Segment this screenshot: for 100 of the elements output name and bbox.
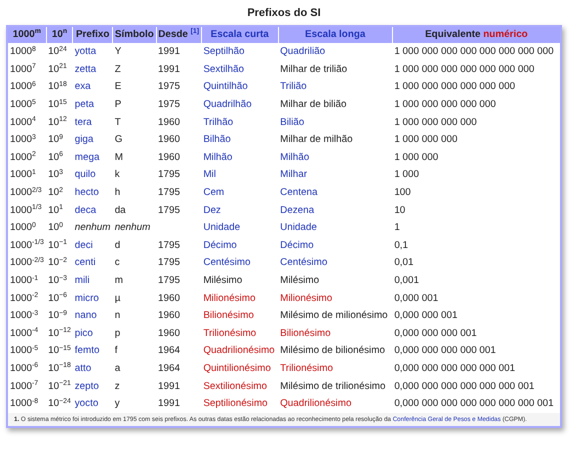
symbol: E — [114, 81, 122, 92]
year: 1964 — [158, 362, 180, 374]
numeric-value: 10 — [394, 204, 406, 216]
column-header: Equivalente — [425, 28, 481, 40]
short-scale-name-link[interactable]: Mil — [203, 169, 216, 180]
short-scale-name-link[interactable]: Septilhão — [203, 46, 244, 58]
short-scale-name-link[interactable]: Trilionésimo — [203, 328, 256, 339]
power-of-thousand: 1000$^{-4}$ — [10, 328, 38, 339]
power-of-ten: 10$^{−2}$ — [48, 257, 68, 268]
long-scale-name-link[interactable]: Décimo — [280, 240, 314, 251]
year: 1960 — [158, 152, 180, 163]
short-scale-name-link[interactable]: Bilhão — [203, 134, 231, 146]
power-of-ten: 10$^{−6}$ — [48, 292, 68, 304]
prefix-link[interactable]: femto — [74, 345, 100, 356]
power-of-thousand: 1000$^{-2}$ — [10, 292, 38, 304]
symbol: m — [114, 274, 123, 286]
power-of-ten: 10$^{12}$ — [48, 116, 67, 128]
short-scale-name-link[interactable]: Quintilhão — [203, 81, 248, 92]
long-scale-name-link[interactable]: Centésimo — [280, 257, 328, 268]
long-scale-name-link[interactable]: Quadrilião — [280, 46, 326, 58]
prefix-link[interactable]: atto — [74, 362, 92, 374]
long-scale-name-link[interactable]: Milhar — [280, 169, 307, 180]
prefix-link[interactable]: zetta — [74, 64, 96, 75]
short-scale-name-link[interactable]: Sextilhão — [203, 64, 244, 75]
long-scale-name-link[interactable]: Quadrilionésimo — [280, 398, 352, 410]
long-scale-name-link[interactable]: Trilionésimo — [280, 362, 333, 374]
symbol: P — [114, 99, 122, 110]
numeric-value: 1 000 000 000 000 000 000 000 000 — [394, 46, 554, 58]
power-of-ten: 10$^{0}$ — [48, 222, 63, 234]
long-scale-name-link[interactable]: Unidade — [280, 222, 317, 234]
short-scale-name-link[interactable]: Bilionésimo — [203, 310, 254, 322]
long-scale-name-link[interactable]: Bilionésimo — [280, 328, 331, 339]
prefix-link[interactable]: peta — [74, 99, 94, 110]
long-scale-name-link[interactable]: Trilião — [280, 81, 307, 92]
year: 1795 — [158, 169, 180, 180]
short-scale-name-link[interactable]: Quadrilionésimo — [203, 345, 275, 356]
long-scale-name-link[interactable]: Milhão — [280, 152, 310, 163]
power-of-ten: 10$^{−1}$ — [48, 240, 68, 251]
column-header: 1000$^{m}$ — [12, 28, 41, 40]
prefix: nenhum — [74, 222, 110, 234]
year: 1991 — [158, 46, 180, 58]
long-scale-name-link[interactable]: Bilião — [280, 116, 304, 128]
power-of-thousand: 1000$^{-2/3}$ — [10, 257, 44, 268]
prefix-link[interactable]: giga — [74, 134, 94, 146]
power-of-ten: 10$^{−21}$ — [48, 380, 71, 392]
short-scale-name-link[interactable]: Cem — [203, 186, 224, 198]
short-scale-name-link[interactable]: Septilionésimo — [203, 398, 268, 410]
prefix-link[interactable]: exa — [74, 81, 91, 92]
power-of-ten: 10$^{−9}$ — [48, 310, 68, 322]
long-scale-name-link[interactable]: Milionésimo — [280, 292, 332, 304]
year: 1795 — [158, 204, 180, 216]
symbol: Z — [114, 64, 121, 75]
short-scale-name-link[interactable]: Quintilionésimo — [203, 362, 271, 374]
prefix-link[interactable]: pico — [74, 328, 93, 339]
numeric-value: 0,1 — [394, 240, 408, 251]
power-of-thousand: 1000$^{7}$ — [10, 64, 36, 75]
short-scale-name-link[interactable]: Dez — [203, 204, 221, 216]
prefix-link[interactable]: centi — [74, 257, 96, 268]
numeric-value: 0,01 — [394, 257, 414, 268]
short-scale-name-link[interactable]: Milionésimo — [203, 292, 256, 304]
prefix-link[interactable]: yotta — [74, 46, 96, 58]
power-of-ten: 10$^{2}$ — [48, 186, 63, 198]
prefix-link[interactable]: tera — [74, 116, 92, 128]
symbol: f — [114, 345, 118, 356]
short-scale-name-link[interactable]: Quadrilhão — [203, 99, 252, 110]
short-scale-name-link[interactable]: Unidade — [203, 222, 240, 234]
long-scale-name-link[interactable]: Dezena — [280, 204, 314, 216]
prefix-link[interactable]: quilo — [74, 169, 96, 180]
symbol: y — [114, 398, 120, 410]
year: 1795 — [158, 257, 180, 268]
prefix-link[interactable]: deci — [74, 240, 93, 251]
prefix-link[interactable]: zepto — [74, 380, 99, 392]
short-scale-name-link[interactable]: Milhão — [203, 152, 232, 163]
power-of-ten: 10$^{−15}$ — [48, 345, 71, 356]
prefix-link[interactable]: deca — [74, 204, 96, 216]
long-scale-name-link[interactable]: Centena — [280, 186, 318, 198]
footnote-link[interactable]: [1] — [190, 28, 200, 36]
long-scale-name: Milhar de trilião — [280, 64, 348, 75]
long-scale-name: Milhar de milhão — [280, 134, 353, 146]
year: 1991 — [158, 380, 180, 392]
symbol: T — [114, 116, 121, 128]
symbol: c — [114, 257, 120, 268]
short-scale-name-link[interactable]: Sextilionésimo — [203, 380, 267, 392]
numeric-value: 1 000 000 000 — [394, 134, 458, 146]
prefix-link[interactable]: micro — [74, 292, 99, 304]
short-scale-name-link[interactable]: Centésimo — [203, 257, 251, 268]
year: 1960 — [158, 292, 180, 304]
short-scale-name: Milésimo — [203, 274, 242, 286]
short-scale-name-link[interactable]: Trilhão — [203, 116, 234, 128]
prefix-link[interactable]: mega — [74, 152, 100, 163]
prefix-link[interactable]: hecto — [74, 186, 99, 198]
short-scale-name-link[interactable]: Décimo — [203, 240, 237, 251]
prefix-link[interactable]: yocto — [74, 398, 98, 410]
power-of-thousand: 1000$^{2/3}$ — [10, 186, 42, 198]
power-of-ten: 10$^{−12}$ — [48, 328, 71, 339]
symbol: d — [114, 240, 120, 251]
power-of-ten: 10$^{21}$ — [48, 64, 67, 75]
prefix-link[interactable]: nano — [74, 310, 97, 322]
numeric-value: 1 — [394, 222, 400, 234]
prefix-link[interactable]: mili — [74, 274, 90, 286]
